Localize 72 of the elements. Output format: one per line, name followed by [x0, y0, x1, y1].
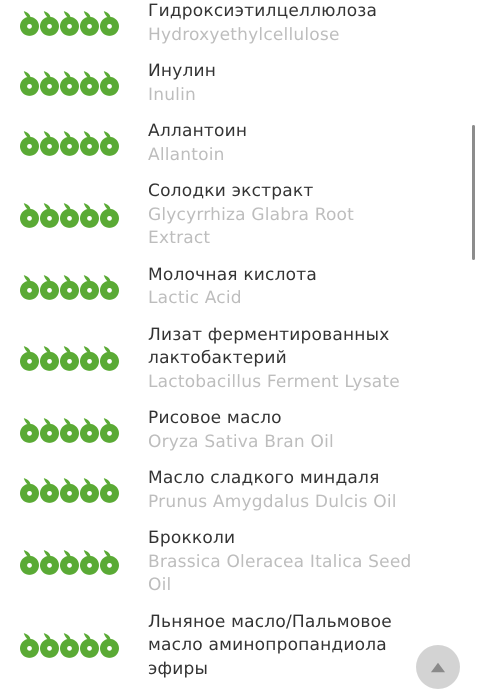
olive-icon [100, 478, 119, 503]
olive-icon [100, 633, 119, 658]
olive-icon [60, 202, 79, 228]
olive-icon [80, 274, 99, 300]
ingredient-name: Гидроксиэтилцеллюлоза [148, 0, 378, 23]
olive-icon [60, 418, 79, 443]
olive-icon [60, 550, 79, 575]
olive-icon [40, 11, 59, 36]
ingredient-latin-name: Prunus Amygdalus Dulcis Oil [148, 490, 397, 514]
olive-icon [100, 274, 119, 300]
ingredient-latin-name: Lactic Acid [148, 287, 243, 310]
olive-icon [80, 202, 99, 228]
olive-icon [40, 478, 59, 503]
ingredient-latin-name: Brassica Oleracea Italica Seed Oil [148, 550, 412, 597]
olive-icon [100, 346, 119, 372]
ingredient-latin-name: Inulin [148, 84, 197, 106]
ingredient-latin-name: Lactobacillus Ferment Lysate [148, 370, 400, 394]
olive-icon [80, 633, 99, 658]
olive-icon [80, 71, 99, 96]
ingredient-name: Аллантоин [148, 120, 248, 143]
olive-icon [60, 131, 79, 156]
olive-icon [100, 11, 119, 36]
ingredient-latin-name: Glycyrrhiza Glabra Root Extract [148, 204, 354, 250]
olive-icon [80, 550, 99, 575]
olive-icon [80, 131, 99, 156]
olive-icon [20, 478, 39, 503]
olive-icon [20, 202, 39, 228]
ingredient-latin-name: Oryza Sativa Bran Oil [148, 430, 334, 454]
ingredient-name: Инулин [148, 60, 216, 83]
olive-icon [100, 418, 119, 443]
olive-icon [40, 346, 59, 372]
olive-icon [60, 633, 79, 658]
olive-icon [20, 418, 39, 443]
olive-icon [60, 71, 79, 96]
olive-icon [40, 202, 59, 228]
ingredient-name: Рисовое масло [148, 407, 283, 430]
olive-icon [40, 131, 59, 156]
olive-icon [20, 346, 39, 372]
olive-icon [100, 131, 119, 156]
ingredient-name: Брокколи [148, 527, 236, 550]
olive-icon [40, 71, 59, 96]
scrollbar[interactable] [472, 125, 475, 260]
olive-icon [60, 478, 79, 503]
olive-icon [60, 346, 79, 372]
olive-icon [40, 550, 59, 575]
olive-icon [60, 274, 79, 300]
scroll-top-button[interactable] [416, 645, 460, 689]
olive-icon [80, 11, 99, 36]
olive-icon [20, 131, 39, 156]
ingredient-name: Масло сладкого миндаля [148, 467, 381, 490]
olive-icon [20, 550, 39, 575]
olive-icon [20, 633, 39, 658]
olive-icon [80, 346, 99, 372]
arrow-up-icon [430, 662, 446, 672]
olive-icon [40, 633, 59, 658]
ingredient-latin-name: Allantoin [148, 144, 226, 166]
olive-icon [80, 418, 99, 443]
olive-icon [60, 11, 79, 36]
olive-icon [100, 550, 119, 575]
olive-icon [20, 11, 39, 36]
olive-icon [20, 71, 39, 96]
olive-icon [80, 478, 99, 503]
ingredient-latin-name: Hydroxyethylcellulose [148, 24, 341, 46]
ingredient-name: Солодки экстракт [148, 180, 314, 203]
olive-icon [100, 71, 119, 96]
olive-icon [20, 274, 39, 300]
ingredient-name: Льняное масло/Пальмовое масло аминопропандиола эфиры [148, 610, 392, 680]
ingredient-name: Молочная кислота [148, 264, 317, 286]
ingredient-name: Лизат ферментированных лактобактерий [148, 324, 390, 370]
olive-icon [100, 202, 119, 228]
olive-icon [40, 274, 59, 300]
olive-icon [40, 418, 59, 443]
